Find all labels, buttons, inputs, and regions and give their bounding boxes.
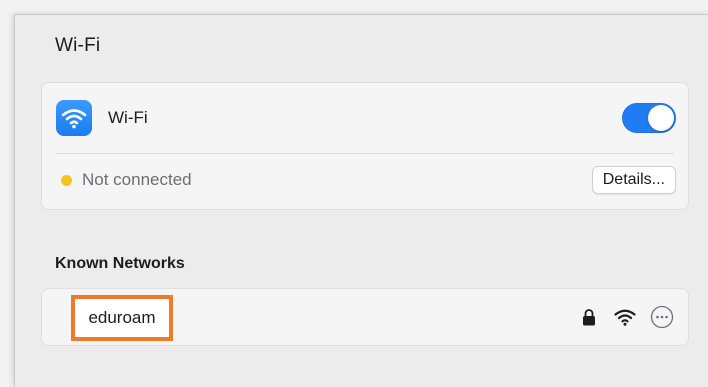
network-highlight: eduroam	[71, 295, 173, 341]
wifi-toggle-row: Wi-Fi	[42, 96, 688, 140]
divider	[56, 153, 674, 154]
details-button[interactable]: Details...	[591, 166, 676, 194]
known-networks-title: Known Networks	[55, 255, 185, 272]
more-options-icon[interactable]	[650, 305, 674, 329]
toggle-knob	[648, 105, 674, 131]
lock-icon	[582, 308, 596, 326]
wifi-signal-icon	[614, 308, 636, 326]
wifi-card: Wi-Fi Not connected Details...	[41, 82, 689, 210]
known-networks-list: eduroam	[41, 288, 689, 346]
network-name: eduroam	[88, 308, 156, 327]
list-item[interactable]: eduroam	[42, 289, 688, 345]
wifi-label: Wi-Fi	[108, 108, 148, 127]
page-title: Wi-Fi	[55, 35, 101, 56]
settings-window: Wi-Fi Wi-Fi Not connected Details... Kno…	[14, 14, 708, 387]
wifi-icon	[56, 100, 92, 136]
status-dot	[61, 174, 72, 186]
status-row: Not connected Details...	[42, 163, 688, 197]
wifi-toggle[interactable]	[622, 103, 676, 133]
status-text: Not connected	[82, 170, 192, 189]
